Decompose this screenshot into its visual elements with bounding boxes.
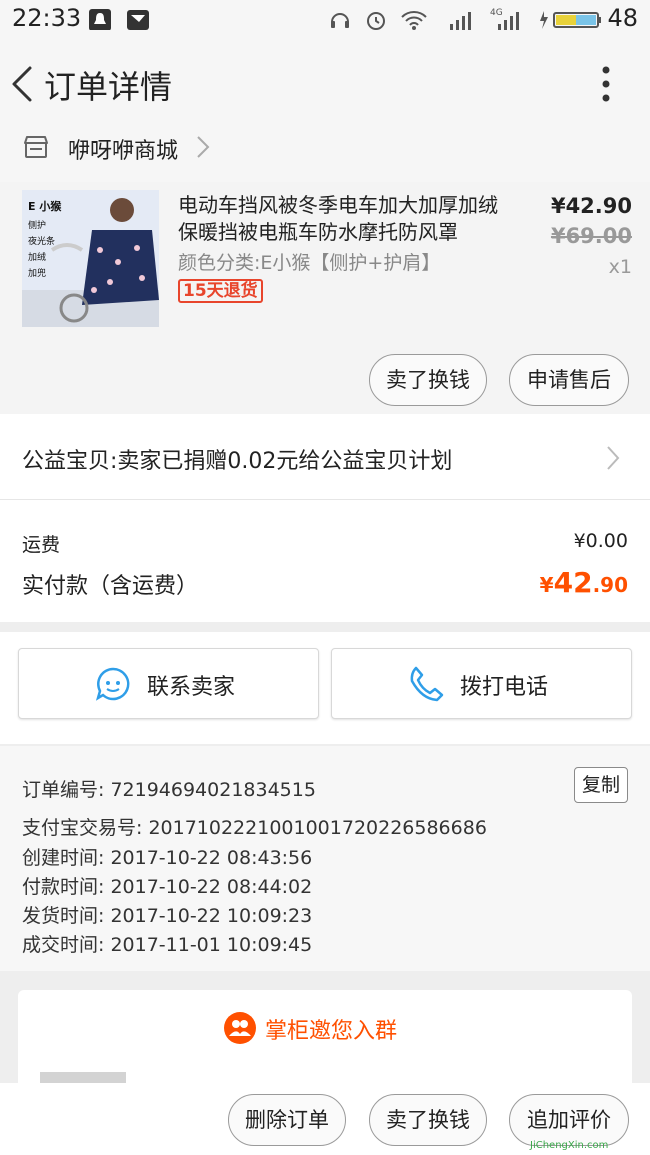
sell-resell-bottom-button[interactable]: 卖了换钱 bbox=[369, 1094, 487, 1146]
notification-bell-icon bbox=[89, 9, 111, 30]
more-vertical-icon[interactable] bbox=[594, 66, 618, 102]
image-feature-1: 侧护 bbox=[28, 221, 47, 231]
back-icon[interactable] bbox=[8, 64, 38, 104]
chevron-right-icon bbox=[607, 446, 620, 470]
shipping-value: ¥0.00 bbox=[573, 530, 628, 552]
created-time: 创建时间: 2017-10-22 08:43:56 bbox=[22, 847, 313, 869]
shop-name[interactable]: 咿呀咿商城 bbox=[68, 133, 178, 165]
headset-icon bbox=[331, 13, 349, 28]
paid-amount-label: 实付款（含运费） bbox=[22, 574, 199, 599]
product-title[interactable]: 电动车挡风被冬季电车加大加厚加绒保暖挡被电瓶车防水摩托防风罩 bbox=[178, 192, 510, 246]
contact-seller-label: 联系卖家 bbox=[147, 675, 236, 700]
contact-seller-button[interactable]: 联系卖家 bbox=[18, 648, 319, 719]
charity-text: 公益宝贝:卖家已捐赠0.02元给公益宝贝计划 bbox=[22, 449, 453, 474]
call-phone-button[interactable]: 拨打电话 bbox=[331, 648, 632, 719]
phone-icon bbox=[410, 666, 444, 702]
delete-order-button[interactable]: 删除订单 bbox=[228, 1094, 346, 1146]
product-sku: 颜色分类:E小猴【侧护+护肩】 bbox=[178, 252, 441, 274]
apply-aftersale-button[interactable]: 申请售后 bbox=[509, 354, 629, 406]
chat-bubble-icon bbox=[95, 667, 130, 701]
completed-time: 成交时间: 2017-11-01 10:09:45 bbox=[22, 934, 313, 956]
fee-section bbox=[0, 500, 650, 622]
page-title: 订单详情 bbox=[44, 68, 173, 106]
message-icon bbox=[127, 10, 149, 30]
image-feature-2: 夜光条 bbox=[28, 237, 56, 247]
alipay-trade-number: 支付宝交易号: 2017102221001001720226586686 bbox=[22, 817, 487, 839]
paid-decimal: .90 bbox=[592, 573, 628, 597]
signal-icon bbox=[450, 12, 471, 30]
paid-currency: ¥ bbox=[539, 573, 554, 597]
signal-4g-icon bbox=[498, 12, 519, 30]
wifi-icon bbox=[401, 11, 427, 30]
status-time: 22:33 bbox=[12, 4, 82, 32]
product-quantity: x1 bbox=[608, 256, 632, 278]
call-phone-label: 拨打电话 bbox=[460, 675, 549, 700]
alarm-icon bbox=[367, 12, 385, 30]
shipping-label: 运费 bbox=[22, 534, 61, 556]
sell-resell-button[interactable]: 卖了换钱 bbox=[369, 354, 487, 406]
chevron-right-icon bbox=[197, 136, 210, 158]
image-feature-4: 加兜 bbox=[28, 269, 47, 279]
copy-button[interactable]: 复制 bbox=[574, 767, 628, 803]
image-feature-3: 加绒 bbox=[28, 253, 47, 263]
group-invite-text: 掌柜邀您入群 bbox=[265, 1019, 398, 1044]
battery-level: 48 bbox=[607, 4, 638, 32]
battery-icon bbox=[540, 11, 601, 29]
return-policy-badge: 15天退货 bbox=[178, 279, 263, 303]
group-icon bbox=[224, 1012, 256, 1044]
append-review-button[interactable]: 追加评价 bbox=[509, 1094, 629, 1146]
paid-amount-value: ¥42.90 bbox=[540, 566, 628, 599]
product-image[interactable]: E 小猴 侧护 夜光条 加绒 加兜 bbox=[22, 190, 159, 327]
product-image-name: E 小猴 bbox=[28, 200, 62, 213]
product-price: ¥42.90 bbox=[550, 194, 632, 218]
store-icon bbox=[24, 136, 48, 158]
paid-integer: 42 bbox=[553, 566, 593, 599]
order-number: 订单编号: 72194694021834515 bbox=[22, 779, 316, 801]
product-original-price: ¥69.00 bbox=[550, 224, 632, 248]
shipped-time: 发货时间: 2017-10-22 10:09:23 bbox=[22, 905, 313, 927]
paid-time: 付款时间: 2017-10-22 08:44:02 bbox=[22, 876, 313, 898]
watermark-text: JiChengXin.com bbox=[530, 1140, 609, 1151]
